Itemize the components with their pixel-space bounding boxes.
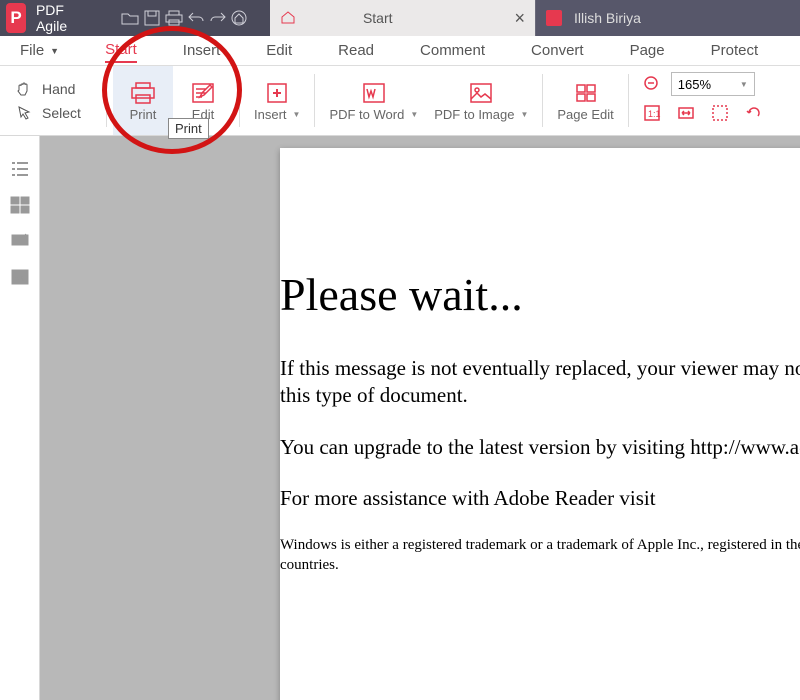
menu-protect[interactable]: Protect: [711, 42, 759, 59]
annotation-circle: [102, 26, 242, 154]
fit-width-icon[interactable]: [677, 104, 695, 122]
menu-page[interactable]: Page: [630, 42, 665, 59]
zoom-select[interactable]: 165% ▼: [671, 72, 755, 96]
label: Insert: [254, 107, 287, 122]
cursor-icon: [16, 105, 34, 121]
menu-comment[interactable]: Comment: [420, 42, 485, 59]
ribbon-pdf-to-image[interactable]: PDF to Image ▼: [426, 66, 536, 135]
ribbon-tools: Hand Select: [0, 66, 100, 135]
redo-icon[interactable]: [209, 5, 227, 31]
hand-tool[interactable]: Hand: [16, 81, 100, 97]
menu-read[interactable]: Read: [338, 42, 374, 59]
insert-icon: [262, 79, 292, 107]
close-icon[interactable]: ×: [514, 8, 525, 29]
page-edit-icon: [571, 79, 601, 107]
label: Hand: [42, 81, 75, 97]
menu-file[interactable]: File ▼: [20, 42, 59, 59]
thumbnails-icon[interactable]: [10, 196, 30, 216]
tab-document[interactable]: Illish Biriya: [535, 0, 800, 36]
document-page: Please wait... If this message is not ev…: [280, 148, 800, 700]
doc-fineprint: Windows is either a registered trademark…: [280, 536, 800, 575]
app-name: PDF Agile: [36, 2, 77, 34]
zoom-out-icon[interactable]: [643, 75, 661, 93]
image-icon: [466, 79, 496, 107]
page-area[interactable]: Please wait... If this message is not ev…: [40, 136, 800, 700]
label: Page Edit: [557, 107, 613, 122]
zoom-controls: 165% ▼ 1:1: [635, 66, 771, 135]
home-icon: [280, 10, 296, 27]
chevron-down-icon: ▼: [293, 110, 301, 119]
ribbon-pdf-to-word[interactable]: PDF to Word ▼: [321, 66, 426, 135]
hand-icon: [16, 81, 34, 97]
doc-heading: Please wait...: [280, 268, 800, 321]
svg-text:1:1: 1:1: [648, 109, 661, 119]
doc-paragraph: If this message is not eventually replac…: [280, 355, 800, 410]
tab-label: Illish Biriya: [574, 10, 641, 26]
tab-strip: Start × Illish Biriya: [270, 0, 800, 36]
select-tool[interactable]: Select: [16, 105, 100, 121]
rotate-icon[interactable]: [745, 104, 763, 122]
doc-paragraph: For more assistance with Adobe Reader vi…: [280, 485, 800, 512]
outline-icon[interactable]: [10, 160, 30, 180]
label: PDF to Image: [434, 107, 514, 122]
tab-label: Start: [363, 10, 393, 26]
chevron-down-icon: ▼: [740, 80, 748, 89]
comments-icon[interactable]: [10, 232, 30, 252]
home-nav-icon[interactable]: [231, 5, 248, 31]
chevron-down-icon: ▼: [410, 110, 418, 119]
word-icon: [359, 79, 389, 107]
ribbon-insert[interactable]: Insert ▼: [246, 66, 308, 135]
label: PDF to Word: [329, 107, 404, 122]
sidebar: [0, 136, 40, 700]
chevron-down-icon: ▼: [520, 110, 528, 119]
fit-visible-icon[interactable]: [711, 104, 729, 122]
search-panel-icon[interactable]: [10, 268, 30, 288]
ribbon-page-edit[interactable]: Page Edit: [549, 66, 621, 135]
fit-page-icon[interactable]: 1:1: [643, 104, 661, 122]
label: Select: [42, 105, 81, 121]
titlebar: P PDF Agile Start × Illish Biriya: [0, 0, 800, 36]
doc-paragraph: You can upgrade to the latest version by…: [280, 434, 800, 461]
menu-label: File: [20, 42, 44, 59]
open-icon[interactable]: [121, 5, 139, 31]
tab-start[interactable]: Start ×: [270, 0, 535, 36]
zoom-value: 165%: [678, 77, 711, 92]
menu-edit[interactable]: Edit: [266, 42, 292, 59]
chevron-down-icon: ▼: [50, 46, 59, 56]
menu-convert[interactable]: Convert: [531, 42, 584, 59]
pdf-doc-icon: [546, 10, 562, 26]
app-logo: P: [6, 3, 26, 33]
